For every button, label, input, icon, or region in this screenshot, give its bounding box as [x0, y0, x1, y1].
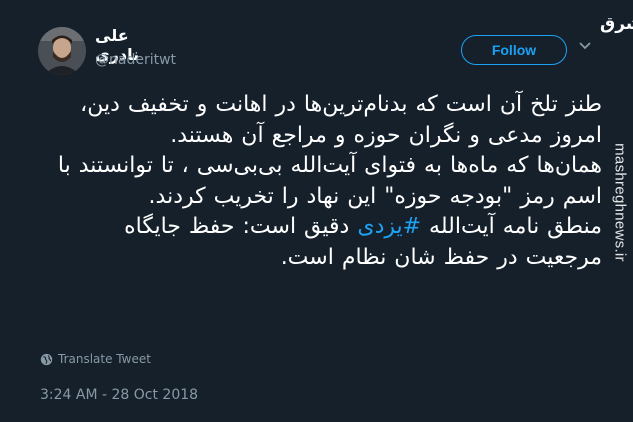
watermark-logo: مشرق — [600, 14, 633, 34]
tweet-text: طنز تلخ آن است که بدنام‌ترین‌ها در اهانت… — [40, 90, 602, 273]
user-handle[interactable]: @naderitwt — [95, 52, 176, 68]
tweet-timestamp[interactable]: 3:24 AM - 28 Oct 2018 — [40, 387, 198, 403]
tweet-text-segment: منطق نامه آیت‌الله — [421, 214, 602, 239]
avatar[interactable] — [38, 27, 86, 75]
translate-tweet-link[interactable]: Translate Tweet — [40, 352, 151, 366]
avatar-image — [38, 27, 86, 75]
translate-label: Translate Tweet — [58, 352, 151, 366]
tweet-paragraph: همان‌ها که ماه‌ها به فتوای آیت‌الله بی‌ب… — [57, 153, 602, 209]
chevron-down-icon[interactable] — [577, 38, 593, 54]
watermark-url: mashreghnews.ir — [611, 143, 629, 262]
tweet-paragraph: طنز تلخ آن است که بدنام‌ترین‌ها در اهانت… — [80, 92, 602, 148]
watermark: مشرق mashreghnews.ir — [598, 8, 633, 412]
tweet-paragraph: منطق نامه آیت‌الله #یزدی دقیق است: حفظ ج… — [40, 212, 602, 273]
globe-icon — [40, 353, 53, 365]
follow-button[interactable]: Follow — [461, 35, 567, 65]
hashtag-link[interactable]: #یزدی — [357, 214, 421, 239]
